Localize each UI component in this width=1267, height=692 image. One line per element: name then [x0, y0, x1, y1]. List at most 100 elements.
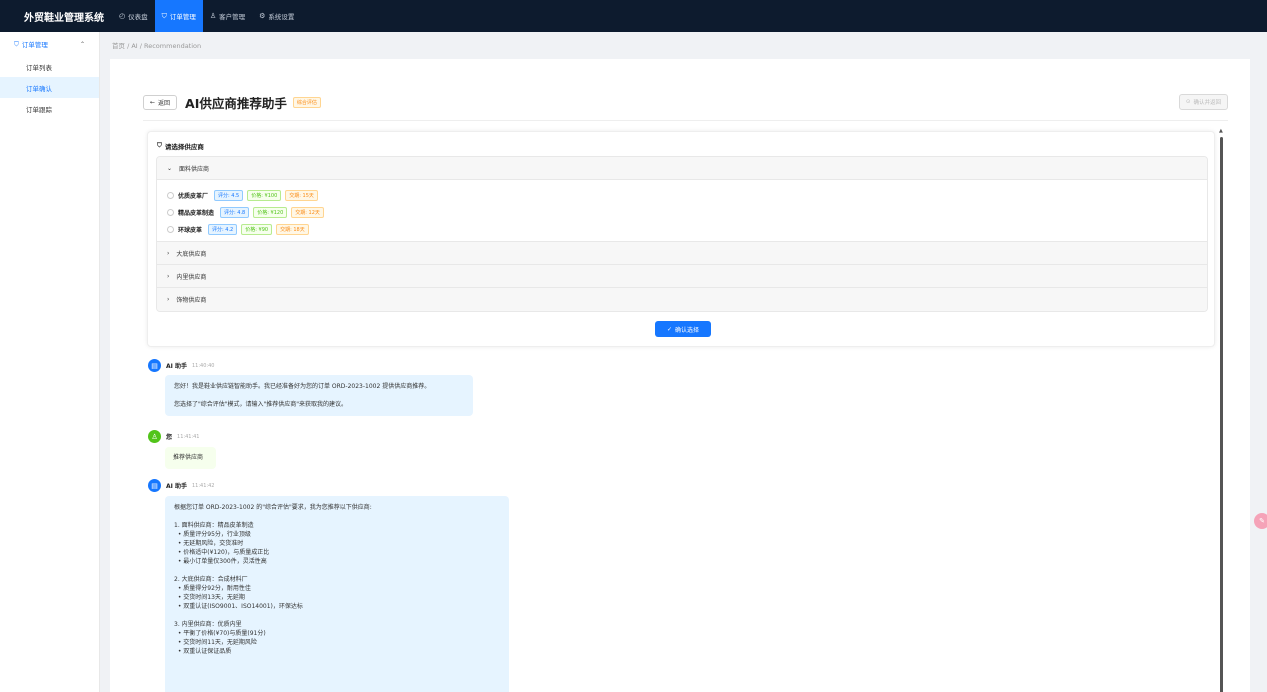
chevron-down-icon: ⌄ [167, 164, 173, 172]
accordion-accessory[interactable]: › 饰物供应商 [157, 288, 1207, 311]
message-time: 11:41:41 [177, 433, 200, 440]
panel-title-text: 请选择供应商 [164, 143, 204, 151]
scrollbar[interactable]: ▲ [1219, 128, 1224, 692]
sidebar-item-order-list[interactable]: 订单列表 [0, 56, 99, 77]
dashboard-icon: ◴ [119, 12, 126, 20]
accordion-fabric[interactable]: ⌄ 面料供应商 [157, 157, 1207, 180]
nav-label: 订单管理 [169, 13, 196, 21]
message-header: ♙ 您 11:41:41 [148, 430, 199, 443]
sender-name: AI 助手 [166, 483, 187, 490]
cart-icon: ⛉ [157, 141, 162, 149]
message-line: • 无延期风险，交货准时 [174, 540, 244, 547]
check-icon: ✓ [666, 325, 672, 333]
radio-button[interactable] [167, 226, 174, 233]
scroll-up-icon[interactable]: ▲ [1219, 128, 1223, 134]
supplier-name: 精品皮革制造 [178, 210, 215, 217]
confirm-select-label: 确认选择 [675, 326, 700, 334]
message-line [174, 611, 500, 620]
sidebar-item-order-confirm[interactable]: 订单确认 [0, 77, 99, 98]
price-tag: 价格: ¥100 [247, 190, 282, 201]
supplier-option[interactable]: 精品皮革制造 评分: 4.8 价格: ¥120 交期: 12天 [167, 204, 1207, 221]
confirm-back-label: 确认并返回 [1193, 100, 1221, 106]
back-button[interactable]: ← 返回 [143, 94, 178, 110]
sidebar-group-label: 订单管理 [21, 41, 48, 49]
confirm-select-button[interactable]: ✓ 确认选择 [655, 321, 711, 337]
app-brand: 外贸鞋业管理系统 [24, 12, 104, 24]
score-tag: 评分: 4.8 [220, 207, 250, 218]
accordion-label: 面料供应商 [179, 165, 210, 173]
message-line: 推荐供应商 [173, 454, 204, 461]
mode-tag: 综合评估 [292, 96, 321, 108]
robot-icon: ▤ [148, 359, 161, 372]
message-line: • 双重认证保证品质 [174, 648, 232, 655]
chevron-right-icon: › [167, 272, 170, 280]
supplier-name: 环球皮革 [178, 227, 203, 234]
supplier-accordion: ⌄ 面料供应商 优质皮革厂 评分: 4.5 价格: ¥100 交期: 15天 精… [156, 156, 1208, 312]
nav-customers[interactable]: ♙ 客户管理 [203, 0, 252, 32]
score-tag: 评分: 4.5 [214, 190, 244, 201]
top-navbar: 外贸鞋业管理系统 ◴ 仪表盘 ⛉ 订单管理 ♙ 客户管理 ⚙ 系统设置 [0, 0, 1267, 32]
accordion-sole[interactable]: › 大底供应商 [157, 242, 1207, 265]
message-line: • 价格适中(¥120)，与质量成正比 [174, 549, 270, 556]
nav-label: 客户管理 [219, 13, 246, 21]
supplier-option[interactable]: 环球皮革 评分: 4.2 价格: ¥90 交期: 18天 [167, 221, 1207, 238]
sender-name: 您 [166, 434, 173, 441]
message-line: 您选择了"综合评估"模式，请输入"推荐供应商"来获取我的建议。 [174, 401, 348, 408]
supplier-select-panel: ⛉ 请选择供应商 ⌄ 面料供应商 优质皮革厂 评分: 4.5 价格: ¥100 … [147, 131, 1215, 347]
radio-button[interactable] [167, 209, 174, 216]
nav-dashboard[interactable]: ◴ 仪表盘 [112, 0, 155, 32]
message-header: ▤ AI 助手 11:41:42 [148, 479, 214, 492]
user-message-bubble: 推荐供应商 [165, 447, 216, 469]
radio-button[interactable] [167, 192, 174, 199]
message-line: • 交货时间11天，无延期风险 [174, 639, 257, 646]
nav-settings[interactable]: ⚙ 系统设置 [252, 0, 301, 32]
user-icon: ♙ [209, 12, 217, 20]
nav-orders[interactable]: ⛉ 订单管理 [154, 0, 203, 32]
message-line: 3. 内里供应商：优质内里 [174, 621, 242, 628]
message-line: 您好！我是鞋业供应链智能助手。我已经准备好为您的订单 ORD-2023-1002… [174, 383, 431, 390]
price-tag: 价格: ¥90 [241, 224, 273, 235]
nav-label: 仪表盘 [128, 13, 148, 21]
arrow-left-icon: ← [150, 98, 156, 106]
accordion-label: 大底供应商 [176, 250, 207, 258]
ai-message-bubble: 根据您订单 ORD-2023-1002 的"综合评估"要求，我为您推荐以下供应商… [165, 496, 509, 692]
message-line: • 交货时间13天，无延期 [174, 594, 245, 601]
nav-label: 系统设置 [268, 13, 295, 21]
score-tag: 评分: 4.2 [208, 224, 238, 235]
main-card: ← 返回 AI供应商推荐助手 综合评估 ⊙ 确认并返回 ▲ ⛉ 请选择供应商 ⌄… [110, 59, 1250, 692]
accordion-lining[interactable]: › 内里供应商 [157, 265, 1207, 288]
chevron-right-icon: › [167, 296, 170, 303]
ai-message-bubble: 您好！我是鞋业供应链智能助手。我已经准备好为您的订单 ORD-2023-1002… [165, 375, 473, 416]
sidebar-group-orders[interactable]: ⛉ 订单管理 ⌃ [0, 32, 99, 56]
confirm-back-button[interactable]: ⊙ 确认并返回 [1178, 94, 1228, 110]
message-time: 11:41:42 [191, 482, 215, 489]
message-line: • 最小订单量仅300件，灵活性高 [174, 558, 267, 565]
message-line [174, 391, 464, 400]
message-line: • 质量评分95分，行业顶级 [174, 531, 251, 538]
chevron-up-icon: ⌃ [79, 40, 85, 48]
panel-title: ⛉ 请选择供应商 [157, 141, 204, 151]
page-title: AI供应商推荐助手 [185, 95, 287, 111]
check-circle-icon: ⊙ [1185, 99, 1191, 105]
page-header: ← 返回 AI供应商推荐助手 综合评估 ⊙ 确认并返回 [143, 91, 1228, 113]
lead-time-tag: 交期: 18天 [276, 224, 309, 235]
lead-time-tag: 交期: 15天 [285, 190, 318, 201]
gear-icon: ⚙ [259, 12, 266, 20]
scroll-thumb[interactable] [1220, 137, 1223, 692]
user-icon: ♙ [148, 430, 161, 443]
price-tag: 价格: ¥120 [253, 207, 288, 218]
robot-icon: ▤ [148, 479, 161, 492]
accordion-label: 内里供应商 [176, 273, 207, 281]
message-line: • 平衡了价格(¥70)与质量(91分) [174, 630, 266, 637]
floating-assistant-icon[interactable]: ✎ [1254, 513, 1267, 529]
lead-time-tag: 交期: 12天 [291, 207, 324, 218]
message-line [174, 566, 500, 575]
sidebar-item-order-track[interactable]: 订单跟踪 [0, 98, 99, 119]
breadcrumb: 首页 / AI / Recommendation [112, 42, 202, 50]
sidebar: ⛉ 订单管理 ⌃ 订单列表 订单确认 订单跟踪 [0, 32, 100, 692]
cart-icon: ⛉ [161, 11, 167, 20]
sender-name: AI 助手 [166, 363, 187, 370]
message-header: ▤ AI 助手 11:40:40 [148, 359, 214, 372]
supplier-option[interactable]: 优质皮革厂 评分: 4.5 价格: ¥100 交期: 15天 [167, 187, 1207, 204]
back-button-label: 返回 [158, 99, 171, 107]
